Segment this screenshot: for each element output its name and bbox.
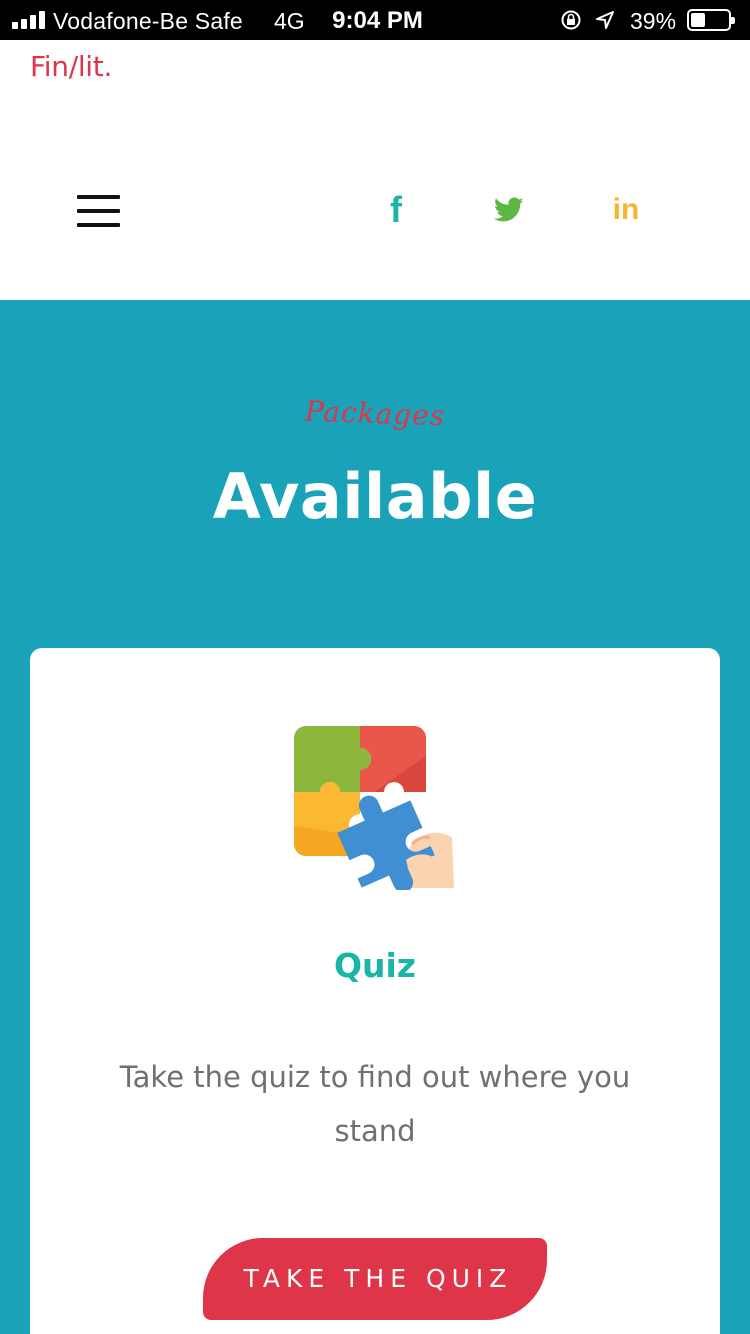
linkedin-icon[interactable]: in xyxy=(606,190,646,230)
location-arrow-icon xyxy=(596,11,614,29)
section-title: Available xyxy=(212,460,538,533)
quiz-card: Quiz Take the quiz to find out where you… xyxy=(30,648,720,1334)
battery-icon xyxy=(687,9,735,31)
card-description: Take the quiz to find out where you stan… xyxy=(119,1060,631,1148)
site-logo[interactable]: Fin/lit. xyxy=(30,50,112,83)
section-script-label: Packages xyxy=(304,394,446,433)
puzzle-icon xyxy=(294,726,454,890)
facebook-icon[interactable]: f xyxy=(376,189,416,230)
rotation-lock-icon xyxy=(561,10,581,30)
take-quiz-button-label: TAKE THE QUIZ xyxy=(243,1263,513,1293)
status-bar: Vodafone-Be Safe 4G 9:04 PM 39% xyxy=(0,0,750,40)
battery-percent: 39% xyxy=(630,8,677,34)
twitter-icon[interactable] xyxy=(489,190,529,230)
take-quiz-button[interactable]: TAKE THE QUIZ xyxy=(203,1238,547,1320)
packages-section: Packages Available Quiz Take the quiz to… xyxy=(0,300,750,1334)
hamburger-menu-icon[interactable] xyxy=(77,195,120,227)
card-title: Quiz xyxy=(333,946,417,985)
